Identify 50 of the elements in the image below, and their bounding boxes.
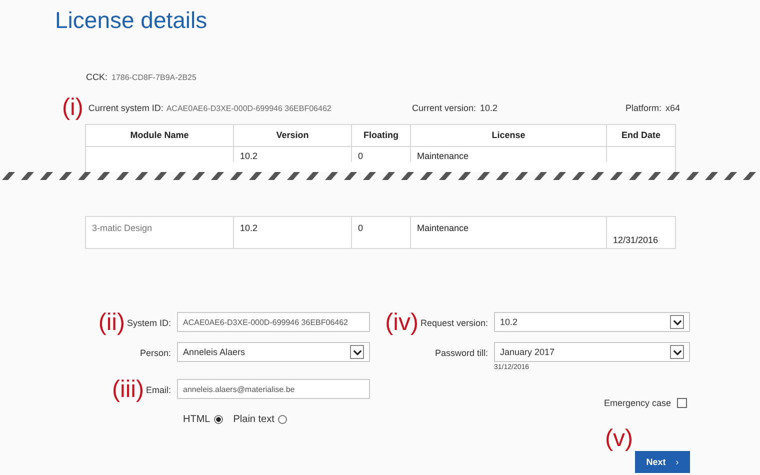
table-cell: 10.2 [234, 217, 352, 249]
radio-button[interactable] [214, 415, 224, 424]
column-header: Version [234, 125, 352, 147]
field-label: Request version: [420, 318, 488, 328]
dropdown[interactable]: January 2017 [494, 342, 690, 362]
dropdown[interactable]: 10.2 [494, 312, 690, 332]
system-id-value: ACAE0AE6-D3XE-000D-699946 36EBF06462 [166, 104, 332, 112]
version-value: 10.2 [480, 103, 498, 113]
field-label: Password till: [434, 348, 488, 358]
annotation-marker: (ii) [98, 311, 125, 335]
radio-label: Plain text [233, 414, 274, 425]
field-label: System ID: [126, 318, 171, 328]
column-header: Floating [352, 125, 411, 147]
table-cell: Maintenance [411, 147, 607, 162]
table-cell: 12/31/2016 [607, 217, 675, 249]
column-header: End Date [607, 125, 675, 147]
table-cell: 10.2 [234, 147, 352, 162]
column-header: Module Name [86, 125, 234, 147]
version-label: Current version: [412, 103, 476, 113]
next-button[interactable]: Next › [635, 451, 690, 473]
dropdown-value: January 2017 [500, 347, 556, 357]
field-label: Person: [140, 348, 171, 358]
table-cell: 3-matic Design [86, 217, 234, 249]
table-cell: Maintenance [411, 217, 607, 249]
system-id-label: Current system ID: [88, 103, 164, 113]
dropdown-value: Anneleis Alaers [183, 347, 246, 357]
field-label: Email: [146, 385, 171, 395]
table-cell: 0 [352, 217, 411, 249]
checkbox[interactable] [677, 398, 687, 408]
table-cell: 0 [352, 147, 411, 162]
column-header: License [411, 125, 607, 147]
platform-label: Platform: [625, 103, 662, 113]
platform-value: x64 [665, 103, 680, 113]
input-field[interactable]: ACAE0AE6-D3XE-000D-699946 36EBF06462 [177, 312, 370, 332]
dropdown-value: 10.2 [500, 317, 519, 327]
cck-label: CCK: [86, 72, 108, 82]
caret-icon [350, 345, 364, 359]
input-field[interactable]: anneleis.alaers@materialise.be [177, 379, 370, 399]
caret-icon [670, 315, 684, 329]
annotation-marker: (iv) [385, 311, 418, 335]
checkbox-label: Emergency case [604, 398, 671, 408]
page-title: License details [55, 6, 208, 34]
radio-label: HTML [183, 414, 210, 425]
annotation-marker: (i) [62, 96, 84, 120]
dropdown[interactable]: Anneleis Alaers [177, 342, 370, 362]
annotation-marker: (iii) [112, 378, 144, 402]
radio-button[interactable] [278, 415, 288, 424]
annotation-marker: (v) [605, 427, 633, 451]
caret-icon [670, 345, 684, 359]
cck-value: 1786-CD8F-7B9A-2B25 [112, 73, 196, 82]
